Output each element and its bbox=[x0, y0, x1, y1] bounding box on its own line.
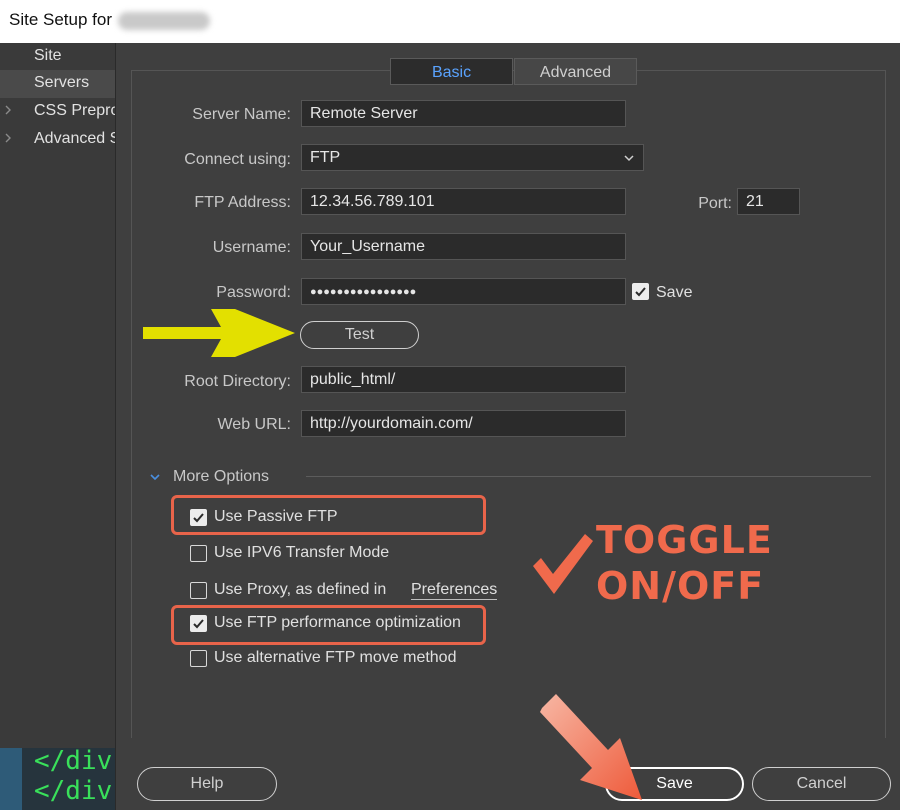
sidebar-item-label: Site bbox=[34, 47, 62, 64]
chevron-down-icon[interactable] bbox=[149, 469, 161, 487]
servers-panel: Basic Advanced Server Name: Remote Serve… bbox=[115, 43, 900, 810]
sidebar-item-label: CSS Preprocessors bbox=[34, 102, 115, 119]
proxy-label: Use Proxy, as defined in bbox=[214, 581, 387, 598]
preferences-link[interactable]: Preferences bbox=[411, 581, 498, 600]
sidebar-item-label: Advanced Settings bbox=[34, 130, 115, 147]
ipv6-label: Use IPV6 Transfer Mode bbox=[214, 544, 390, 561]
root-directory-label: Root Directory: bbox=[184, 373, 291, 390]
web-url-label: Web URL: bbox=[217, 416, 291, 433]
annotation-line: TOGGLE bbox=[596, 518, 773, 562]
proxy-checkbox[interactable] bbox=[190, 582, 207, 599]
save-password-label: Save bbox=[656, 284, 693, 301]
sidebar-item-servers[interactable]: Servers bbox=[0, 70, 115, 98]
title-bar: Site Setup for bbox=[0, 0, 900, 43]
code-preview: </div </div bbox=[0, 748, 115, 810]
code-gutter bbox=[0, 748, 22, 810]
username-label: Username: bbox=[212, 239, 291, 256]
username-input[interactable]: Your_Username bbox=[301, 233, 626, 260]
check-icon bbox=[635, 287, 646, 297]
alt-move-checkbox[interactable] bbox=[190, 650, 207, 667]
test-button[interactable]: Test bbox=[300, 321, 419, 349]
highlight-ftp-performance bbox=[171, 605, 486, 645]
sidebar-item-css-preprocessors[interactable]: CSS Preprocessors bbox=[0, 98, 115, 126]
more-options-title[interactable]: More Options bbox=[173, 468, 269, 486]
root-directory-input[interactable]: public_html/ bbox=[301, 366, 626, 393]
code-line: </div bbox=[34, 748, 113, 776]
sidebar-item-label: Servers bbox=[34, 74, 90, 91]
yellow-arrow-icon bbox=[143, 309, 295, 357]
highlight-passive-ftp bbox=[171, 495, 486, 535]
chevron-down-icon bbox=[623, 151, 635, 163]
chevron-right-icon[interactable] bbox=[4, 132, 14, 146]
alt-move-label: Use alternative FTP move method bbox=[214, 649, 457, 666]
orange-arrow-icon bbox=[540, 694, 642, 800]
connect-using-value: FTP bbox=[310, 149, 341, 166]
sidebar-item-site[interactable]: Site bbox=[0, 43, 115, 71]
tab-basic[interactable]: Basic bbox=[390, 58, 513, 85]
toggle-annotation: TOGGLE ON/OFF bbox=[596, 517, 773, 609]
server-name-input[interactable]: Remote Server bbox=[301, 100, 626, 127]
check-mark-icon bbox=[533, 534, 593, 594]
window-title: Site Setup for bbox=[9, 10, 113, 29]
sidebar-item-advanced-settings[interactable]: Advanced Settings bbox=[0, 126, 115, 154]
connect-using-select[interactable]: FTP bbox=[301, 144, 644, 171]
ipv6-checkbox[interactable] bbox=[190, 545, 207, 562]
cancel-button[interactable]: Cancel bbox=[752, 767, 891, 801]
blurred-site-name bbox=[118, 12, 210, 30]
password-label: Password: bbox=[216, 284, 291, 301]
help-button[interactable]: Help bbox=[137, 767, 277, 801]
port-input[interactable]: 21 bbox=[737, 188, 800, 215]
sidebar: Site Servers CSS Preprocessors Advanced … bbox=[0, 43, 115, 748]
section-divider bbox=[306, 476, 871, 477]
save-password-checkbox[interactable] bbox=[632, 283, 649, 300]
ftp-address-input[interactable]: 12.34.56.789.101 bbox=[301, 188, 626, 215]
chevron-right-icon[interactable] bbox=[4, 104, 14, 118]
ftp-address-label: FTP Address: bbox=[194, 194, 291, 211]
password-input[interactable]: ●●●●●●●●●●●●●●●● bbox=[301, 278, 626, 305]
web-url-input[interactable]: http://yourdomain.com/ bbox=[301, 410, 626, 437]
code-line: </div bbox=[34, 776, 113, 806]
tab-advanced[interactable]: Advanced bbox=[514, 58, 637, 85]
server-name-label: Server Name: bbox=[192, 106, 291, 123]
annotation-line: ON/OFF bbox=[596, 564, 765, 608]
connect-using-label: Connect using: bbox=[184, 151, 291, 168]
port-label: Port: bbox=[698, 195, 732, 212]
